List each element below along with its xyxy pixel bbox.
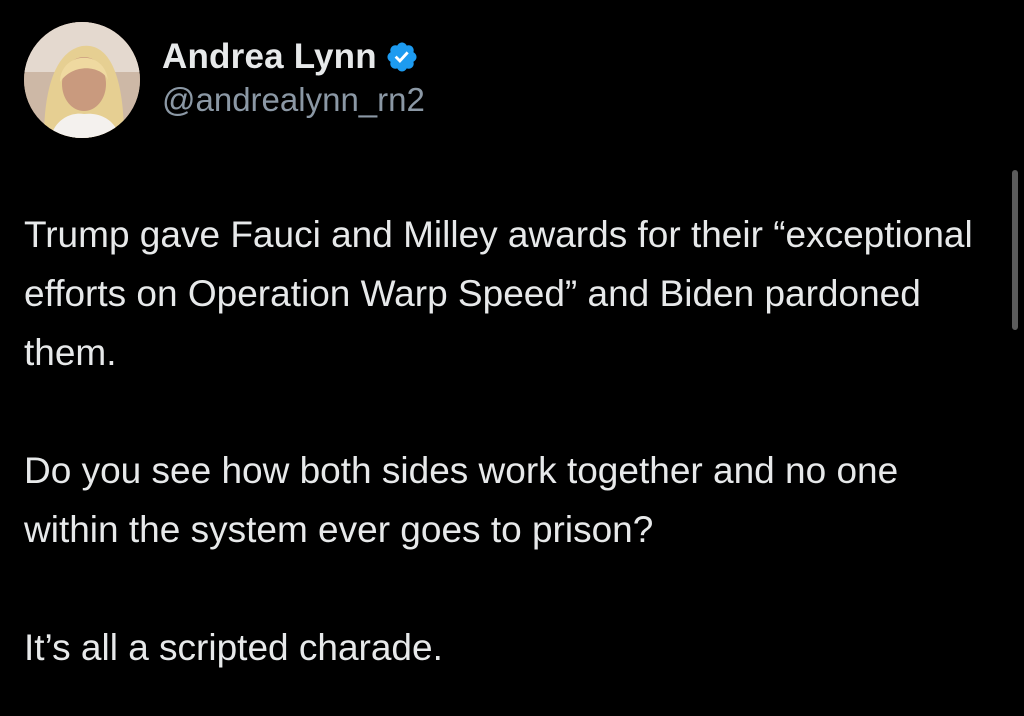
user-handle[interactable]: @andrealynn_rn2 — [162, 81, 425, 119]
tweet-header: Andrea Lynn @andrealynn_rn2 — [24, 22, 425, 138]
user-names: Andrea Lynn @andrealynn_rn2 — [162, 35, 425, 119]
tweet: Andrea Lynn @andrealynn_rn2 Trump gave F… — [0, 0, 1024, 716]
tweet-paragraph: Do you see how both sides work together … — [24, 450, 899, 550]
display-name[interactable]: Andrea Lynn — [162, 37, 377, 77]
tweet-text: Trump gave Fauci and Milley awards for t… — [24, 205, 999, 677]
scrollbar[interactable] — [1012, 170, 1018, 330]
avatar-image — [24, 22, 140, 138]
verified-badge-icon — [385, 40, 419, 74]
avatar[interactable] — [24, 22, 140, 138]
tweet-paragraph: It’s all a scripted charade. — [24, 627, 443, 668]
tweet-paragraph: Trump gave Fauci and Milley awards for t… — [24, 214, 973, 373]
name-row: Andrea Lynn — [162, 35, 425, 79]
